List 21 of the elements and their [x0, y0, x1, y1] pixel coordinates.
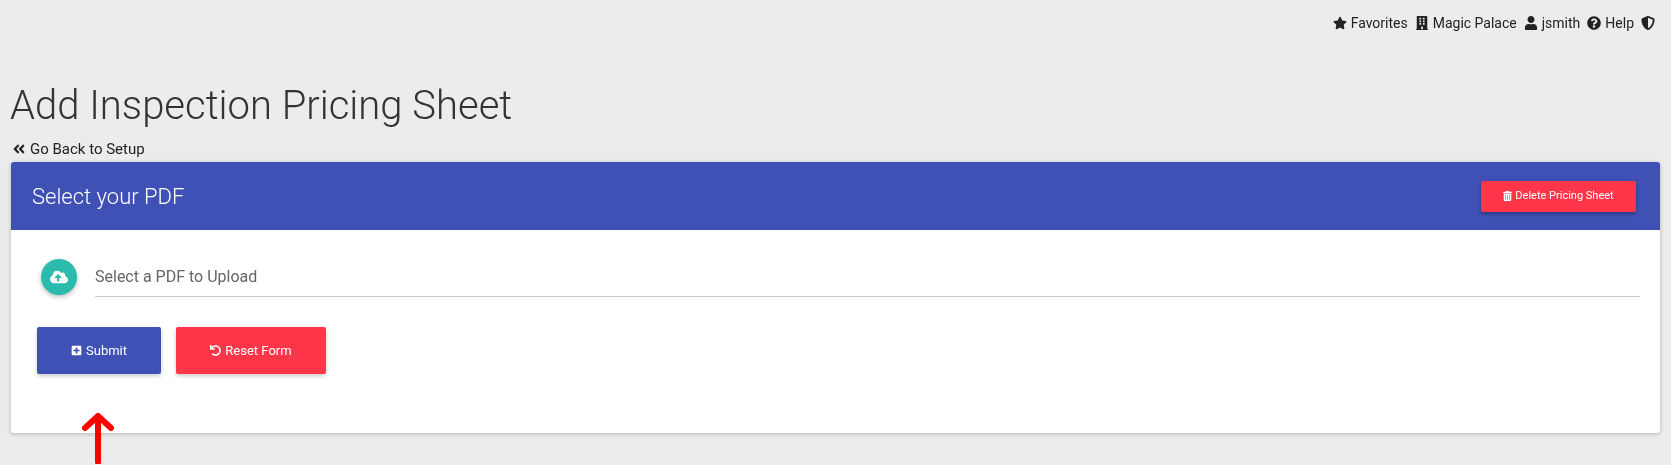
star-icon: [1332, 16, 1347, 30]
arrow-annotation: [81, 412, 115, 464]
reset-button[interactable]: Reset Form: [176, 327, 326, 374]
cloud-upload-icon: [50, 268, 68, 286]
page-title: Add Inspection Pricing Sheet: [10, 82, 513, 130]
user-icon: [1523, 16, 1538, 30]
shield-icon[interactable]: [1641, 16, 1655, 30]
building-icon: [1414, 16, 1429, 30]
trash-icon: [1503, 191, 1513, 201]
undo-icon: [210, 345, 222, 356]
submit-button[interactable]: Submit: [37, 327, 161, 374]
back-link[interactable]: Go Back to Setup: [12, 140, 145, 158]
nav-link[interactable]: jsmith: [1523, 12, 1581, 34]
card-title: Select your PDF: [32, 182, 185, 211]
nav-link[interactable]: Magic Palace: [1414, 12, 1517, 34]
delete-button[interactable]: Delete Pricing Sheet: [1481, 180, 1636, 212]
upload-field[interactable]: Select a PDF to Upload: [95, 257, 1640, 297]
nav-link[interactable]: Help: [1587, 12, 1634, 34]
nav-link[interactable]: Favorites: [1332, 12, 1408, 34]
double-chevron-icon: [12, 142, 26, 156]
help-icon: [1587, 16, 1602, 30]
